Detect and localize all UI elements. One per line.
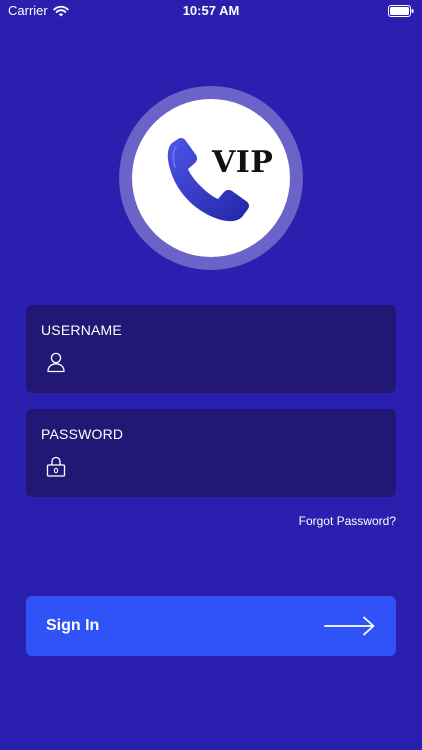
lock-icon [46, 456, 66, 477]
logo-text: VIP [212, 145, 274, 180]
status-time: 10:57 AM [182, 3, 240, 18]
arrow-right-icon [324, 616, 375, 636]
username-input[interactable] [78, 349, 382, 377]
battery-icon [388, 5, 414, 17]
username-field[interactable]: USERNAME [26, 305, 396, 393]
sign-in-button[interactable]: Sign In [26, 596, 396, 656]
password-field[interactable]: PASSWORD [26, 409, 396, 497]
password-label: PASSWORD [41, 426, 124, 442]
logo-circle: VIP [132, 99, 290, 257]
user-icon [47, 352, 65, 373]
sign-in-label: Sign In [46, 617, 100, 634]
username-label: USERNAME [41, 322, 122, 338]
app-logo: VIP [119, 86, 303, 270]
password-input[interactable] [78, 453, 382, 481]
forgot-password-link[interactable]: Forgot Password? [299, 514, 396, 528]
status-bar: Carrier 10:57 AM [0, 0, 422, 22]
